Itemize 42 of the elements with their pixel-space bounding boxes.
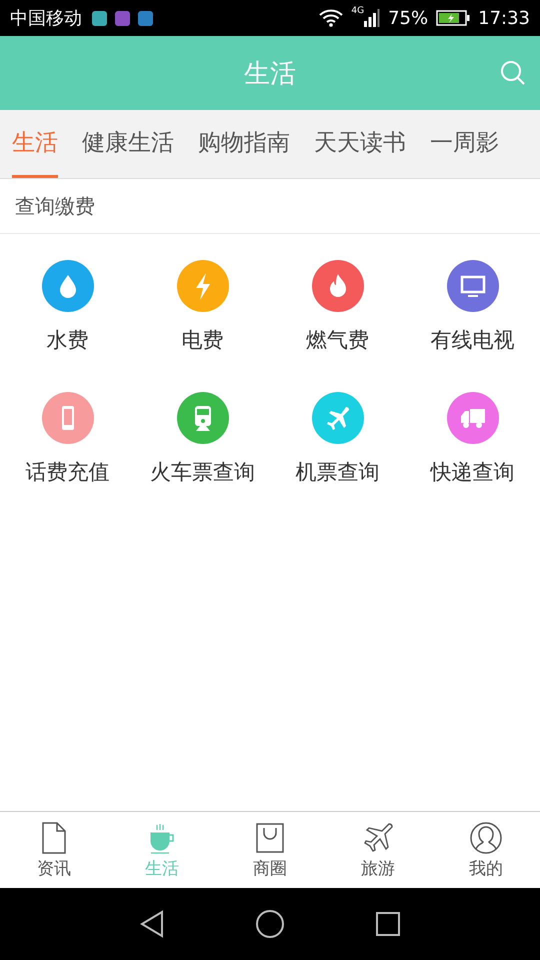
plane-icon: [361, 820, 395, 854]
clock-time: 17:33: [478, 8, 530, 28]
network-type: 4G: [351, 6, 364, 16]
tv-icon[interactable]: [446, 260, 498, 312]
notification-icon: [115, 10, 130, 26]
page-title: 生活: [244, 58, 296, 90]
water-icon[interactable]: [42, 260, 94, 312]
service-label: 火车票查询: [150, 459, 255, 486]
service-label: 燃气费: [306, 327, 369, 354]
back-icon[interactable]: [139, 910, 165, 938]
nav-tab[interactable]: 商圈: [216, 812, 324, 888]
signal-icon: [364, 9, 380, 27]
train-icon[interactable]: [176, 392, 228, 444]
service-label: 机票查询: [296, 459, 380, 486]
service-label: 水费: [46, 327, 88, 354]
recent-apps-icon[interactable]: [375, 911, 401, 937]
category-tab[interactable]: 天天读书: [314, 110, 406, 178]
service-label: 快递查询: [430, 459, 514, 486]
category-tab[interactable]: 一周影: [430, 110, 499, 178]
home-icon[interactable]: [255, 909, 285, 939]
section-title: 查询缴费: [0, 179, 540, 234]
plane-icon[interactable]: [312, 392, 364, 444]
person-icon: [469, 820, 503, 854]
battery-icon: [436, 10, 470, 26]
service-label: 有线电视: [430, 327, 514, 354]
notification-icon: [92, 10, 107, 26]
nav-tab[interactable]: 旅游: [324, 812, 432, 888]
service-label: 电费: [182, 327, 224, 354]
truck-icon[interactable]: [446, 392, 498, 444]
phone-icon[interactable]: [42, 392, 94, 444]
nav-tab[interactable]: 资讯: [0, 812, 108, 888]
fire-icon[interactable]: [312, 260, 364, 312]
bolt-icon[interactable]: [176, 260, 228, 312]
notification-icon: [138, 10, 153, 26]
search-icon[interactable]: [500, 60, 526, 86]
battery-percent: 75%: [388, 8, 428, 28]
wifi-icon: [319, 9, 344, 27]
nav-tab[interactable]: 我的: [432, 812, 540, 888]
category-tab[interactable]: 健康生活: [82, 110, 174, 178]
service-label: 话费充值: [26, 459, 110, 486]
carrier-name: 中国移动: [10, 7, 82, 30]
category-tab[interactable]: 购物指南: [198, 110, 290, 178]
